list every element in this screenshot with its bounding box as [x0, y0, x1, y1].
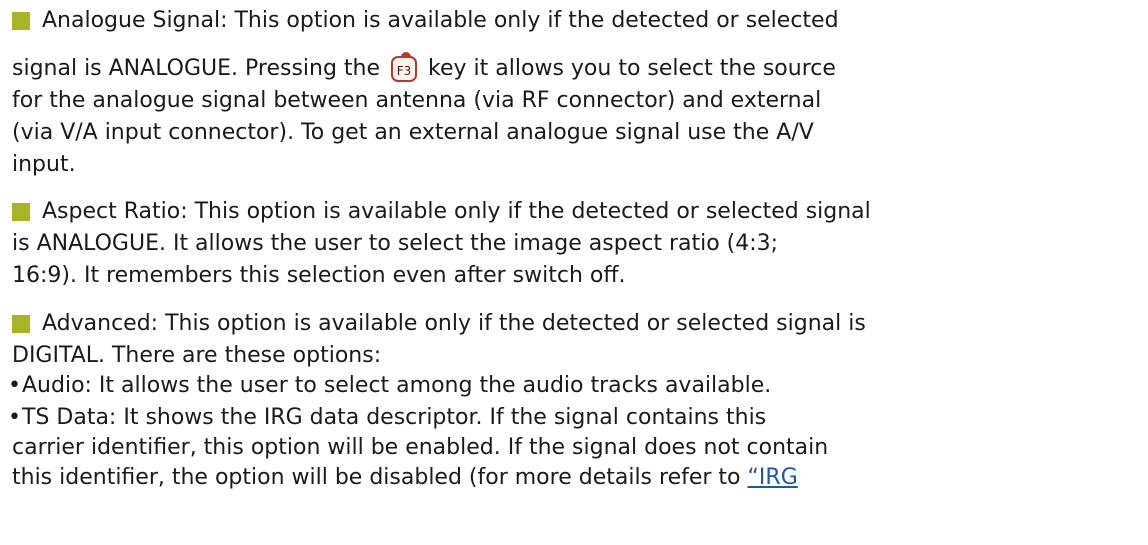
text-line: •Audio: It allows the user to select amo…	[8, 371, 771, 401]
text-line: Aspect Ratio: This option is available o…	[42, 199, 871, 224]
bullet-dot-icon: •	[8, 373, 21, 398]
bullet-square-icon	[12, 12, 30, 30]
text-line: input.	[12, 152, 76, 177]
text-line: Analogue Signal: This option is availabl…	[42, 8, 839, 33]
text-line: (via V/A input connector). To get an ext…	[12, 120, 814, 145]
text-line: 16:9). It remembers this selection even …	[12, 263, 626, 288]
bullet-square-icon	[12, 315, 30, 333]
text-line: carrier identifier, this option will be …	[12, 435, 829, 460]
f3-key-icon: F3	[391, 52, 418, 82]
irg-link[interactable]: “IRG	[748, 465, 798, 490]
text-line: is ANALOGUE. It allows the user to selec…	[12, 231, 779, 256]
text-line: DIGITAL. There are these options:	[12, 343, 382, 368]
text-line: for the analogue signal between antenna …	[12, 88, 822, 113]
text-line: this identifier, the option will be disa…	[12, 465, 798, 490]
text-line: •TS Data: It shows the IRG data descript…	[8, 403, 766, 433]
bullet-square-icon	[12, 203, 30, 221]
text-line: Advanced: This option is available only …	[42, 311, 866, 336]
bullet-dot-icon: •	[8, 405, 21, 430]
text-line: signal is ANALOGUE. Pressing the F3 key …	[12, 52, 836, 82]
